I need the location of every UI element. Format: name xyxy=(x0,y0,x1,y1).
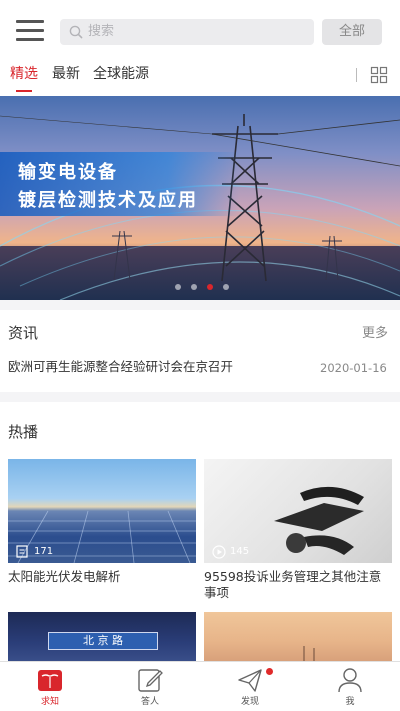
search-icon xyxy=(69,25,83,39)
road-sign: 北 京 路 xyxy=(48,632,158,650)
menu-icon[interactable] xyxy=(16,17,44,43)
news-section-title: 资讯 xyxy=(8,324,39,342)
hot-section: 热播 171 太阳能光伏发电解析 145 95598投诉业务管理之其他注意事项 … xyxy=(0,402,400,662)
tab-label: 我 xyxy=(345,697,355,707)
search-input[interactable]: 搜索 xyxy=(60,19,314,45)
tab-latest[interactable]: 最新 xyxy=(52,64,80,84)
document-icon xyxy=(16,545,28,558)
tab-me[interactable]: 我 xyxy=(300,662,400,711)
more-link[interactable]: 更多 xyxy=(362,324,388,344)
news-section: 资讯 更多 欧洲可再生能源整合经验研讨会在京召开 2020-01-16 xyxy=(0,310,400,392)
card-thumbnail xyxy=(204,612,392,662)
news-item-date: 2020-01-16 xyxy=(320,361,387,375)
carousel-indicator xyxy=(0,284,400,292)
card-title: 95598投诉业务管理之其他注意事项 xyxy=(204,569,382,600)
tab-label: 发现 xyxy=(240,697,259,707)
tab-label: 求知 xyxy=(40,697,59,707)
card-title: 太阳能光伏发电解析 xyxy=(8,569,121,584)
play-icon xyxy=(212,545,226,559)
active-tab-indicator xyxy=(16,90,32,92)
user-icon xyxy=(338,668,362,693)
top-bar: 搜索 全部 xyxy=(0,0,400,62)
carousel-dot[interactable] xyxy=(223,284,229,290)
video-card[interactable]: 145 95598投诉业务管理之其他注意事项 xyxy=(204,459,400,609)
video-card[interactable]: 北 京 路 xyxy=(8,612,204,662)
tab-global-energy[interactable]: 全球能源 xyxy=(93,64,149,84)
tab-featured[interactable]: 精选 xyxy=(10,64,38,84)
edit-icon xyxy=(138,669,163,692)
bottom-tab-bar: 求知 答人 发现 我 xyxy=(0,661,400,711)
carousel-dot[interactable] xyxy=(191,284,197,290)
category-tabs: 精选 最新 全球能源 xyxy=(0,62,400,96)
card-thumbnail: 北 京 路 xyxy=(8,612,196,662)
tab-divider xyxy=(356,68,357,82)
hot-section-title: 热播 xyxy=(8,423,39,441)
book-icon xyxy=(38,670,62,691)
play-count-value: 145 xyxy=(230,546,250,557)
banner-carousel[interactable]: 输变电设备 镀层检测技术及应用 xyxy=(0,96,400,300)
grid-icon[interactable] xyxy=(370,66,388,84)
search-placeholder: 搜索 xyxy=(88,24,115,39)
news-item-title[interactable]: 欧洲可再生能源整合经验研讨会在京召开 xyxy=(8,358,233,376)
video-card[interactable] xyxy=(204,612,400,662)
carousel-dot[interactable] xyxy=(175,284,181,290)
banner-title-line2: 镀层检测技术及应用 xyxy=(18,190,198,211)
tab-label: 答人 xyxy=(140,697,159,707)
notification-badge xyxy=(266,668,273,675)
view-count-value: 171 xyxy=(34,546,54,557)
tab-discover[interactable]: 发现 xyxy=(200,662,300,711)
paper-plane-icon xyxy=(238,669,262,692)
tab-learn[interactable]: 求知 xyxy=(0,662,100,711)
tab-answer[interactable]: 答人 xyxy=(100,662,200,711)
video-card[interactable]: 171 太阳能光伏发电解析 xyxy=(8,459,204,609)
all-button[interactable]: 全部 xyxy=(322,19,382,45)
carousel-dot-active[interactable] xyxy=(207,284,213,290)
banner-title-line1: 输变电设备 xyxy=(18,162,118,183)
